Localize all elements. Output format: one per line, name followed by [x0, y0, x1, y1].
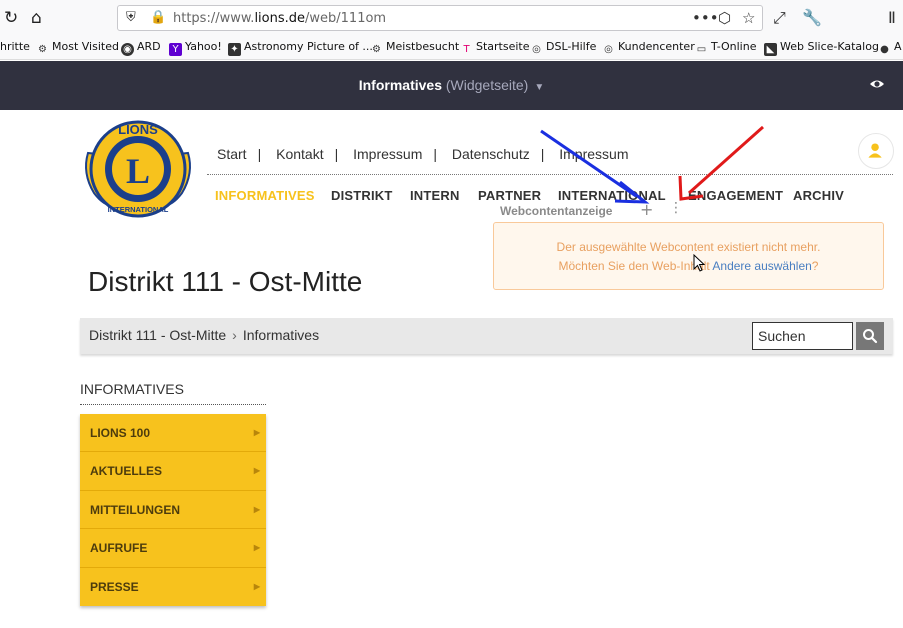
eye-icon[interactable]: [869, 76, 885, 92]
search-button[interactable]: [856, 322, 884, 350]
folder-icon: ▭: [696, 44, 707, 55]
divider: [80, 404, 266, 405]
topnav-impressum[interactable]: Impressum: [353, 146, 422, 162]
separator: |: [257, 146, 262, 162]
webcontent-alert: Der ausgewählte Webcontent existiert nic…: [493, 222, 884, 290]
caret-right-icon: ▶: [253, 581, 260, 591]
sidebar-item-presse[interactable]: PRESSE ▶: [80, 567, 266, 606]
caret-right-icon: ▶: [253, 466, 260, 476]
lions-logo-icon[interactable]: L LIONS INTERNATIONAL: [78, 113, 198, 226]
mainnav-archiv[interactable]: ARCHIV: [793, 188, 844, 203]
page-title: Distrikt 111 - Ost-Mitte: [88, 266, 363, 297]
bookmark-item[interactable]: hritte: [0, 40, 30, 53]
bookmark-kundencenter[interactable]: ◎ Kundencenter: [602, 40, 695, 56]
sidebar-item-mitteilungen[interactable]: MITTEILUNGEN ▶: [80, 490, 266, 530]
mainnav-informatives[interactable]: INFORMATIVES: [215, 188, 315, 203]
resize-icon[interactable]: ⤢: [773, 8, 786, 28]
gear-icon: ⚙: [372, 44, 381, 55]
mainnav-distrikt[interactable]: DISTRIKT: [331, 188, 393, 203]
apple-icon: ●: [880, 44, 889, 55]
topnav-kontakt[interactable]: Kontakt: [276, 146, 323, 162]
yahoo-icon: Y: [169, 43, 182, 56]
bookmark-dsl-hilfe[interactable]: ◎ DSL-Hilfe: [530, 40, 596, 56]
topbar-title[interactable]: Informatives (Widgetseite) ▼: [0, 77, 903, 93]
search-icon: [863, 329, 878, 344]
separator: |: [433, 146, 437, 162]
chevron-right-icon: ›: [232, 327, 237, 343]
breadcrumb-bar: Distrikt 111 - Ost-Mitte › Informatives: [80, 318, 893, 354]
sidebar-item-lions-100[interactable]: LIONS 100 ▶: [80, 414, 266, 453]
divider: [207, 174, 893, 175]
mainnav-engagement[interactable]: ENGAGEMENT: [688, 188, 783, 203]
top-navigation: Start | Kontakt | Impressum | Datenschutz | …: [217, 146, 628, 162]
gear-icon: ⚙: [38, 44, 47, 55]
bookmark-ard[interactable]: ◉ ARD: [121, 40, 161, 56]
home-icon[interactable]: ⌂: [31, 8, 42, 28]
breadcrumb: Distrikt 111 - Ost-Mitte › Informatives: [89, 327, 319, 343]
bookmark-startseite[interactable]: T Startseite: [460, 40, 529, 56]
user-icon: [868, 143, 882, 158]
ard-icon: ◉: [121, 43, 134, 56]
alert-message: Der ausgewählte Webcontent existiert nic…: [556, 240, 821, 254]
shield-icon[interactable]: ⛨: [126, 10, 136, 25]
search-input[interactable]: [752, 322, 853, 350]
pocket-icon[interactable]: ⬡: [718, 9, 731, 27]
mainnav-intern[interactable]: INTERN: [410, 188, 460, 203]
apod-icon: ✦: [228, 43, 241, 56]
topnav-start[interactable]: Start: [217, 146, 247, 162]
mainnav-partner[interactable]: PARTNER: [478, 188, 541, 203]
svg-text:INTERNATIONAL: INTERNATIONAL: [108, 205, 169, 214]
user-avatar-button[interactable]: [858, 133, 894, 169]
sidebar-item-aufrufe[interactable]: AUFRUFE ▶: [80, 529, 266, 568]
wrench-icon[interactable]: 🔧: [802, 8, 822, 27]
caret-right-icon: ▶: [253, 504, 260, 514]
caret-down-icon[interactable]: ▼: [534, 82, 544, 93]
browser-toolbar: ↻ ⌂ ⛨ 🔒 https://www.lions.de/web/111om •…: [0, 0, 903, 36]
svg-text:LIONS: LIONS: [118, 122, 158, 137]
sidebar-menu: LIONS 100 ▶ AKTUELLES ▶ MITTEILUNGEN ▶ AUFR…: [80, 414, 266, 606]
bookmarks-bar: hritte ⚙ Most Visited ◉ ARD Y Yahoo! ✦ Astro…: [0, 36, 903, 60]
url-field[interactable]: ⛨ 🔒 https://www.lions.de/web/111om ••• ⬡…: [117, 5, 763, 31]
separator: |: [540, 146, 545, 162]
mouse-cursor-icon: [693, 254, 705, 272]
page-actions-icon[interactable]: •••: [692, 9, 719, 27]
library-icon[interactable]: Ⅱ: [888, 8, 896, 27]
bookmark-yahoo[interactable]: Y Yahoo!: [169, 40, 222, 56]
lock-icon[interactable]: 🔒: [150, 10, 166, 25]
bookmark-apple[interactable]: ● A: [878, 40, 901, 56]
select-other-link[interactable]: Andere auswählen: [712, 259, 811, 273]
bookmark-most-visited[interactable]: ⚙ Most Visited: [36, 40, 119, 56]
breadcrumb-item[interactable]: Distrikt 111 - Ost-Mitte: [89, 327, 226, 343]
topnav-impressum-2[interactable]: Impressum: [559, 146, 628, 162]
url-text[interactable]: https://www.lions.de/web/111om: [173, 11, 386, 26]
bookmark-meistbesucht[interactable]: ⚙ Meistbesucht: [370, 40, 459, 56]
webslice-icon: ◣: [764, 43, 777, 56]
bookmark-apod[interactable]: ✦ Astronomy Picture of ...: [228, 40, 373, 56]
caret-right-icon: ▶: [253, 543, 260, 553]
globe-icon: ◎: [532, 44, 541, 55]
svg-text:L: L: [126, 151, 150, 191]
plus-icon[interactable]: +: [640, 200, 653, 219]
bookmark-t-online[interactable]: ▭ T-Online: [695, 40, 757, 56]
globe-icon: ◎: [604, 44, 613, 55]
caret-right-icon: ▶: [253, 428, 260, 437]
widget-title: Webcontentanzeige: [500, 204, 613, 218]
kebab-menu-icon[interactable]: ⋮: [669, 200, 683, 216]
bookmark-web-slice[interactable]: ◣ Web Slice-Katalog: [764, 40, 879, 56]
alert-question: Möchten Sie den Web-Inhalt Andere auswäh…: [558, 259, 819, 273]
telekom-icon: T: [463, 44, 470, 55]
sidebar-item-aktuelles[interactable]: AKTUELLES ▶: [80, 452, 266, 491]
admin-topbar: Informatives (Widgetseite) ▼: [0, 61, 903, 110]
bookmark-star-icon[interactable]: ☆: [742, 9, 755, 27]
breadcrumb-item-current: Informatives: [242, 327, 320, 343]
reload-icon[interactable]: ↻: [4, 8, 18, 28]
topnav-datenschutz[interactable]: Datenschutz: [452, 146, 530, 162]
separator: |: [334, 146, 339, 162]
sidebar-heading: INFORMATIVES: [80, 381, 184, 397]
